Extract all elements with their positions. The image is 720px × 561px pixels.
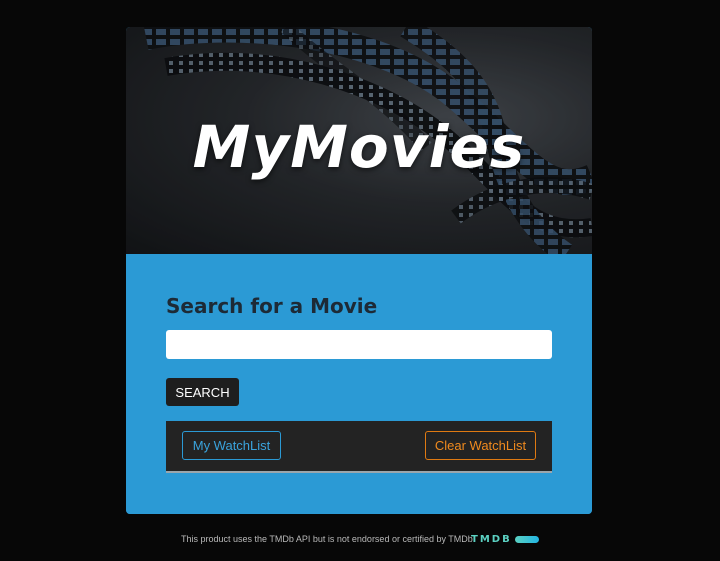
clear-watchlist-button[interactable]: Clear WatchList	[425, 431, 536, 460]
search-panel: Search for a Movie SEARCH My WatchList C…	[126, 254, 592, 514]
search-button[interactable]: SEARCH	[166, 378, 239, 406]
my-watchlist-button[interactable]: My WatchList	[182, 431, 281, 460]
app-root: MyMovies Search for a Movie SEARCH My Wa…	[0, 0, 720, 561]
watchlist-bar: My WatchList Clear WatchList	[166, 421, 552, 473]
tmdb-logo[interactable]: TMDB	[471, 533, 539, 546]
main-card: MyMovies Search for a Movie SEARCH My Wa…	[126, 27, 592, 514]
search-heading: Search for a Movie	[166, 294, 378, 318]
tmdb-logo-text: TMDB	[471, 534, 512, 545]
footer-attribution: This product uses the TMDb API but is no…	[181, 534, 473, 544]
tmdb-logo-pill	[514, 536, 539, 543]
footer: This product uses the TMDb API but is no…	[0, 530, 720, 550]
search-input[interactable]	[166, 330, 552, 359]
hero-banner: MyMovies	[126, 27, 592, 254]
app-title: MyMovies	[192, 113, 526, 181]
